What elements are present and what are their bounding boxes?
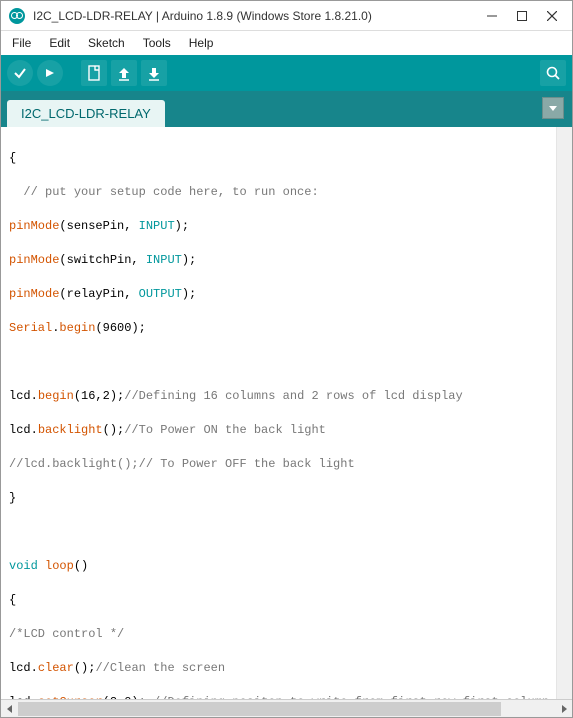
menu-file[interactable]: File (5, 34, 38, 52)
scroll-thumb[interactable] (18, 702, 501, 716)
menu-tools[interactable]: Tools (136, 34, 178, 52)
maximize-button[interactable] (516, 11, 528, 21)
tab-sketch[interactable]: I2C_LCD-LDR-RELAY (7, 100, 165, 127)
minimize-button[interactable] (486, 11, 498, 21)
window-title: I2C_LCD-LDR-RELAY | Arduino 1.8.9 (Windo… (33, 9, 486, 23)
code-editor[interactable]: { // put your setup code here, to run on… (1, 127, 572, 699)
save-sketch-button[interactable] (141, 60, 167, 86)
menu-help[interactable]: Help (182, 34, 221, 52)
menubar: File Edit Sketch Tools Help (1, 31, 572, 55)
open-sketch-button[interactable] (111, 60, 137, 86)
window-titlebar: I2C_LCD-LDR-RELAY | Arduino 1.8.9 (Windo… (1, 1, 572, 31)
scroll-right-icon[interactable] (555, 701, 572, 717)
verify-button[interactable] (7, 60, 33, 86)
toolbar (1, 55, 572, 91)
horizontal-scrollbar[interactable] (1, 699, 572, 717)
serial-monitor-button[interactable] (540, 60, 566, 86)
new-sketch-button[interactable] (81, 60, 107, 86)
menu-sketch[interactable]: Sketch (81, 34, 132, 52)
vertical-scrollbar[interactable] (556, 127, 572, 699)
upload-button[interactable] (37, 60, 63, 86)
scroll-left-icon[interactable] (1, 701, 18, 717)
arduino-logo-icon (9, 8, 25, 24)
tab-menu-button[interactable] (542, 97, 564, 119)
menu-edit[interactable]: Edit (42, 34, 77, 52)
editor-area: { // put your setup code here, to run on… (1, 127, 572, 699)
close-button[interactable] (546, 11, 558, 21)
tab-bar: I2C_LCD-LDR-RELAY (1, 91, 572, 127)
